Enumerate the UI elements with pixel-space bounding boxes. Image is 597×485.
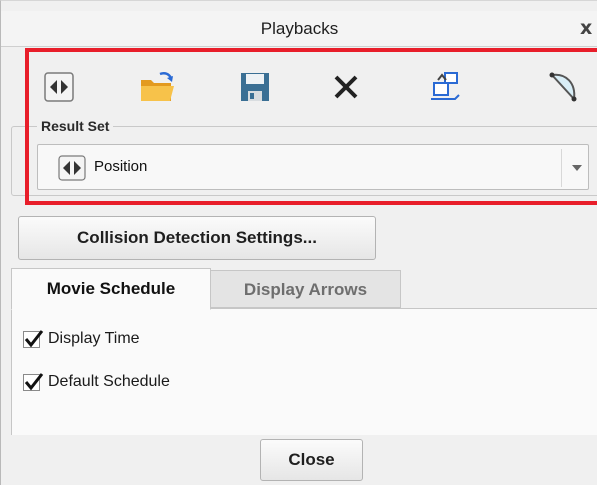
playbacks-dialog: Playbacks x Result Set Position Collisio… — [0, 0, 597, 485]
export-icon[interactable] — [425, 69, 465, 105]
default-schedule-label: Default Schedule — [48, 373, 170, 390]
display-time-checkbox[interactable] — [23, 329, 44, 348]
title-bar[interactable]: Playbacks x — [1, 11, 597, 47]
result-set-value: Position — [94, 158, 148, 175]
chevron-down-icon[interactable] — [572, 165, 582, 171]
result-set-label: Result Set — [37, 118, 114, 134]
display-time-option[interactable]: Display Time — [23, 327, 140, 351]
dialog-title: Playbacks — [260, 19, 339, 38]
clearance-icon[interactable] — [542, 69, 582, 105]
tab-movie-schedule[interactable]: Movie Schedule — [11, 268, 211, 310]
play-arrows-icon[interactable] — [39, 69, 79, 105]
display-time-label: Display Time — [48, 330, 140, 347]
close-button[interactable]: Close — [260, 439, 363, 481]
dropdown-divider — [561, 149, 562, 187]
tab-display-arrows[interactable]: Display Arrows — [210, 270, 401, 308]
close-icon[interactable]: x — [580, 17, 592, 39]
save-icon[interactable] — [235, 69, 275, 105]
open-folder-icon[interactable] — [137, 69, 177, 105]
play-arrows-icon — [58, 155, 86, 186]
result-set-dropdown[interactable]: Position — [37, 144, 589, 190]
default-schedule-option[interactable]: Default Schedule — [23, 370, 170, 394]
default-schedule-checkbox[interactable] — [23, 372, 44, 391]
delete-x-icon[interactable] — [326, 69, 366, 105]
collision-detection-settings-button[interactable]: Collision Detection Settings... — [18, 216, 376, 260]
